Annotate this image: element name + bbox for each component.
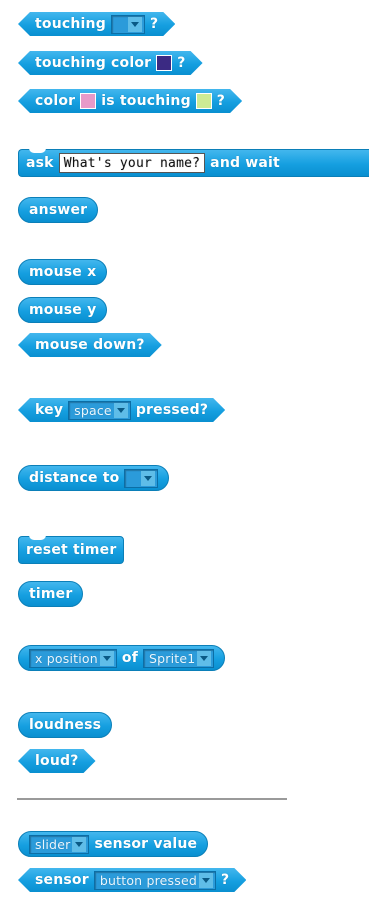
timer-reporter[interactable]: timer xyxy=(18,581,84,607)
distance-to-reporter[interactable]: distance to xyxy=(18,465,170,491)
mouse-y-label: mouse y xyxy=(29,302,97,318)
key-dropdown[interactable]: space xyxy=(68,401,131,420)
ask-label: ask xyxy=(26,155,54,171)
sensor-question-mark: ? xyxy=(221,872,230,888)
dropdown-arrow-icon xyxy=(199,873,213,888)
sensor-boolean-block[interactable]: sensor button pressed ? xyxy=(18,868,246,892)
mouse-down-block[interactable]: mouse down? xyxy=(18,333,162,357)
ask-question-input[interactable]: What's your name? xyxy=(58,153,206,173)
touching-block[interactable]: touching ? xyxy=(18,12,175,36)
sprite-dropdown-value: Sprite1 xyxy=(149,650,196,666)
touching-color-label: touching color xyxy=(35,55,152,71)
dropdown-arrow-icon xyxy=(114,403,128,418)
color-swatch-purple[interactable] xyxy=(156,55,172,71)
mouse-down-label: mouse down? xyxy=(35,337,145,353)
sensor-value-dropdown[interactable]: slider xyxy=(29,834,90,854)
palette-divider xyxy=(17,798,287,800)
sensing-blocks-palette: touching ? touching color ? color is tou… xyxy=(0,0,369,899)
key-label: key xyxy=(35,402,64,418)
color-swatch-green[interactable] xyxy=(196,93,212,109)
timer-label: timer xyxy=(29,586,73,602)
loud-block[interactable]: loud? xyxy=(18,749,96,773)
sensor-value-reporter[interactable]: slider sensor value xyxy=(18,831,209,857)
dropdown-arrow-icon xyxy=(72,836,87,852)
touching-color-question-mark: ? xyxy=(177,55,186,71)
color-is-touching-block[interactable]: color is touching ? xyxy=(18,89,242,113)
color-is-touching-question-mark: ? xyxy=(216,93,226,109)
answer-label: answer xyxy=(29,202,88,218)
sensor-value-label: sensor value xyxy=(94,836,198,852)
dropdown-arrow-icon xyxy=(197,650,212,666)
touching-label: touching xyxy=(35,16,106,32)
sensor-boolean-dropdown[interactable]: button pressed xyxy=(94,871,216,890)
mouse-y-reporter[interactable]: mouse y xyxy=(18,297,108,323)
distance-target-dropdown[interactable] xyxy=(124,468,159,488)
sensor-boolean-dropdown-value: button pressed xyxy=(99,872,198,888)
reset-timer-block[interactable]: reset timer xyxy=(18,535,125,564)
and-wait-label: and wait xyxy=(210,155,280,171)
loudness-label: loudness xyxy=(29,717,102,733)
key-dropdown-value: space xyxy=(74,402,112,418)
sensor-value-dropdown-value: slider xyxy=(35,836,71,852)
distance-to-label: distance to xyxy=(29,470,120,486)
dropdown-arrow-icon xyxy=(141,470,156,486)
pressed-label: pressed? xyxy=(135,402,209,418)
ask-and-wait-block[interactable]: ask What's your name? and wait xyxy=(18,148,369,177)
touching-target-dropdown[interactable] xyxy=(111,15,145,34)
mouse-x-label: mouse x xyxy=(29,264,97,280)
mouse-x-reporter[interactable]: mouse x xyxy=(18,259,108,285)
attribute-dropdown[interactable]: x position xyxy=(29,648,117,668)
dropdown-arrow-icon xyxy=(99,650,114,666)
reset-timer-label: reset timer xyxy=(26,542,117,558)
attribute-dropdown-value: x position xyxy=(35,650,98,666)
key-pressed-block[interactable]: key space pressed? xyxy=(18,398,225,422)
color-label: color xyxy=(35,93,76,109)
sensor-label: sensor xyxy=(35,872,89,888)
sprite-dropdown[interactable]: Sprite1 xyxy=(143,648,215,668)
is-touching-label: is touching xyxy=(101,93,191,109)
of-label: of xyxy=(121,650,138,666)
answer-reporter[interactable]: answer xyxy=(18,197,99,223)
touching-color-block[interactable]: touching color ? xyxy=(18,51,203,75)
touching-question-mark: ? xyxy=(149,16,159,32)
loud-label: loud? xyxy=(35,753,79,769)
attribute-of-reporter[interactable]: x position of Sprite1 xyxy=(18,645,226,671)
loudness-reporter[interactable]: loudness xyxy=(18,712,113,738)
dropdown-arrow-icon xyxy=(128,17,142,32)
color-swatch-pink[interactable] xyxy=(80,93,96,109)
